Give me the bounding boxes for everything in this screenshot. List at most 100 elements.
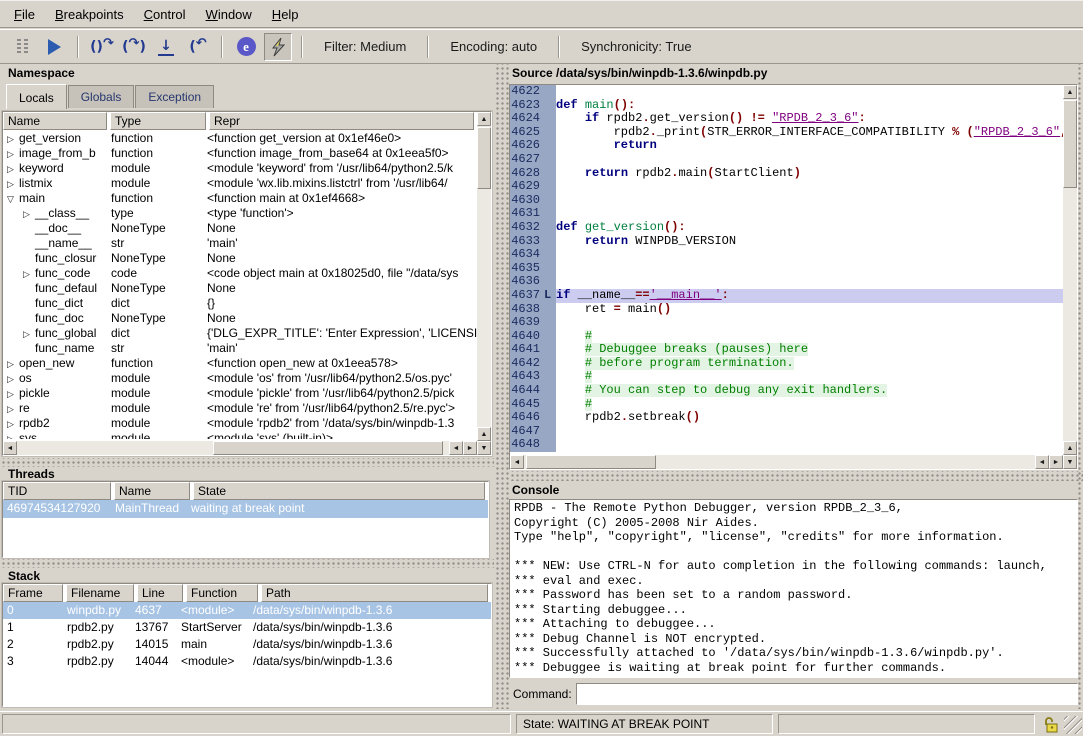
encoding-button[interactable]: e [232, 33, 260, 61]
column-header-filename[interactable]: Filename [66, 584, 134, 602]
expand-arrow-icon[interactable]: ▷ [7, 164, 19, 175]
scroll-left-arrow[interactable]: ◄ [510, 455, 524, 469]
menu-item-window[interactable]: Window [196, 3, 262, 26]
column-header-type[interactable]: Type [110, 112, 206, 130]
line-number-gutter[interactable]: 4648 [510, 438, 556, 452]
resize-grip[interactable] [1064, 716, 1082, 734]
expand-arrow-icon[interactable]: ▷ [23, 329, 35, 340]
table-row[interactable]: ▷open_newfunction<function open_new at 0… [3, 355, 477, 370]
threads-table[interactable]: TIDNameState 46974534127920MainThreadwai… [2, 481, 489, 558]
scroll-down-arrow[interactable]: ▼ [1063, 455, 1077, 469]
table-row[interactable]: func_defaulNoneTypeNone [3, 280, 477, 295]
table-row[interactable]: __doc__NoneTypeNone [3, 220, 477, 235]
expand-arrow-icon[interactable]: ▷ [23, 209, 35, 220]
column-header-state[interactable]: State [193, 482, 485, 500]
scroll-up-arrow[interactable]: ▲ [1063, 85, 1077, 99]
column-header-repr[interactable]: Repr [209, 112, 474, 130]
tab-globals[interactable]: Globals [68, 85, 135, 108]
table-row[interactable]: ▷picklemodule<module 'pickle' from '/usr… [3, 385, 477, 400]
column-header-function[interactable]: Function [186, 584, 258, 602]
expand-arrow-icon[interactable]: ▷ [7, 434, 19, 439]
namespace-table[interactable]: NameTypeRepr ▷get_versionfunction<functi… [2, 111, 492, 456]
column-header-name[interactable]: Name [3, 112, 107, 130]
menu-item-breakpoints[interactable]: Breakpoints [45, 3, 134, 26]
expand-arrow-icon[interactable]: ▷ [7, 134, 19, 145]
scroll-left-arrow[interactable]: ◄ [1035, 455, 1049, 469]
line-number-gutter[interactable]: 4622 [510, 85, 556, 99]
scrollbar-thumb[interactable] [526, 455, 656, 469]
tab-exception[interactable]: Exception [135, 85, 214, 108]
column-header-tid[interactable]: TID [3, 482, 111, 500]
table-row[interactable]: func_namestr'main' [3, 340, 477, 355]
line-number-gutter[interactable]: 4633 [510, 235, 556, 249]
menu-item-help[interactable]: Help [262, 3, 309, 26]
table-row[interactable]: ▷rpdb2module<module 'rpdb2' from '/data/… [3, 415, 477, 430]
table-row[interactable]: ▷image_from_bfunction<function image_fro… [3, 145, 477, 160]
line-number-gutter[interactable]: 4647 [510, 425, 556, 439]
table-row[interactable]: __name__str'main' [3, 235, 477, 250]
scrollbar-thumb[interactable] [477, 127, 491, 189]
line-number-gutter[interactable]: 4628 [510, 167, 556, 181]
line-number-gutter[interactable]: 4638 [510, 303, 556, 317]
namespace-hscrollbar[interactable]: ◄ ◄ ► [3, 441, 477, 455]
line-number-gutter[interactable]: 4646 [510, 411, 556, 425]
scroll-down-arrow[interactable]: ▼ [477, 441, 491, 455]
scrollbar-thumb[interactable] [1063, 100, 1077, 188]
go-button[interactable] [40, 33, 68, 61]
line-number-gutter[interactable]: 4637L [510, 289, 556, 303]
line-number-gutter[interactable]: 4643 [510, 370, 556, 384]
scroll-up-arrow[interactable]: ▲ [477, 427, 491, 441]
line-number-gutter[interactable]: 4631 [510, 207, 556, 221]
vertical-splitter[interactable] [494, 64, 509, 709]
line-number-gutter[interactable]: 4639 [510, 316, 556, 330]
table-row[interactable]: ▷listmixmodule<module 'wx.lib.mixins.lis… [3, 175, 477, 190]
table-row[interactable]: ▷get_versionfunction<function get_versio… [3, 130, 477, 145]
table-row[interactable]: 3rpdb2.py14044<module>/data/sys/bin/winp… [3, 653, 491, 670]
table-row[interactable]: func_closurNoneTypeNone [3, 250, 477, 265]
table-row[interactable]: ▽mainfunction<function main at 0x1ef4668… [3, 190, 477, 205]
line-number-gutter[interactable]: 4629 [510, 180, 556, 194]
line-number-gutter[interactable]: 4627 [510, 153, 556, 167]
line-number-gutter[interactable]: 4641 [510, 343, 556, 357]
table-row[interactable]: 2rpdb2.py14015main/data/sys/bin/winpdb-1… [3, 636, 491, 653]
line-number-gutter[interactable]: 4623 [510, 99, 556, 113]
line-number-gutter[interactable]: 4634 [510, 248, 556, 262]
table-row[interactable]: ▷sysmodule<module 'sys' (built-in)> [3, 430, 477, 439]
table-row[interactable]: func_docNoneTypeNone [3, 310, 477, 325]
line-number-gutter[interactable]: 4640 [510, 330, 556, 344]
column-header-frame[interactable]: Frame [3, 584, 63, 602]
table-row[interactable]: 46974534127920MainThreadwaiting at break… [3, 500, 488, 518]
step-into-button[interactable]: (↷) [120, 33, 148, 61]
line-number-gutter[interactable]: 4642 [510, 357, 556, 371]
line-number-gutter[interactable]: 4644 [510, 384, 556, 398]
line-number-gutter[interactable]: 4636 [510, 275, 556, 289]
column-header-path[interactable]: Path [261, 584, 488, 602]
expand-arrow-icon[interactable]: ▷ [7, 359, 19, 370]
source-code-area[interactable]: 46224623def main():4624 if rpdb2.get_ver… [510, 85, 1063, 453]
step-return-button[interactable]: ↓ [152, 33, 180, 61]
table-row[interactable]: 1rpdb2.py13767StartServer/data/sys/bin/w… [3, 619, 491, 636]
step-over-button[interactable]: ()↷ [88, 33, 116, 61]
scroll-right-arrow[interactable]: ► [1049, 455, 1063, 469]
command-input[interactable] [576, 683, 1078, 705]
line-number-gutter[interactable]: 4625 [510, 126, 556, 140]
scroll-up-arrow[interactable]: ▲ [1063, 441, 1077, 455]
source-panel[interactable]: 46224623def main():4624 if rpdb2.get_ver… [509, 84, 1078, 470]
stack-table[interactable]: FrameFilenameLineFunctionPath 0winpdb.py… [2, 583, 492, 707]
column-header-name[interactable]: Name [114, 482, 190, 500]
table-row[interactable]: ▷func_codecode<code object main at 0x180… [3, 265, 477, 280]
table-row[interactable]: ▷keywordmodule<module 'keyword' from '/u… [3, 160, 477, 175]
expand-arrow-icon[interactable]: ▷ [23, 269, 35, 280]
line-number-gutter[interactable]: 4645 [510, 398, 556, 412]
horizontal-splitter[interactable] [0, 559, 494, 568]
goto-button[interactable]: (↶ [184, 33, 212, 61]
expand-arrow-icon[interactable]: ▷ [7, 374, 19, 385]
table-row[interactable]: ▷__class__type<type 'function'> [3, 205, 477, 220]
scroll-right-arrow[interactable]: ► [463, 441, 477, 455]
table-row[interactable]: func_dictdict{} [3, 295, 477, 310]
break-button[interactable] [8, 33, 36, 61]
line-number-gutter[interactable]: 4635 [510, 262, 556, 276]
line-number-gutter[interactable]: 4626 [510, 139, 556, 153]
line-number-gutter[interactable]: 4630 [510, 194, 556, 208]
table-row[interactable]: 0winpdb.py4637<module>/data/sys/bin/winp… [3, 602, 491, 619]
